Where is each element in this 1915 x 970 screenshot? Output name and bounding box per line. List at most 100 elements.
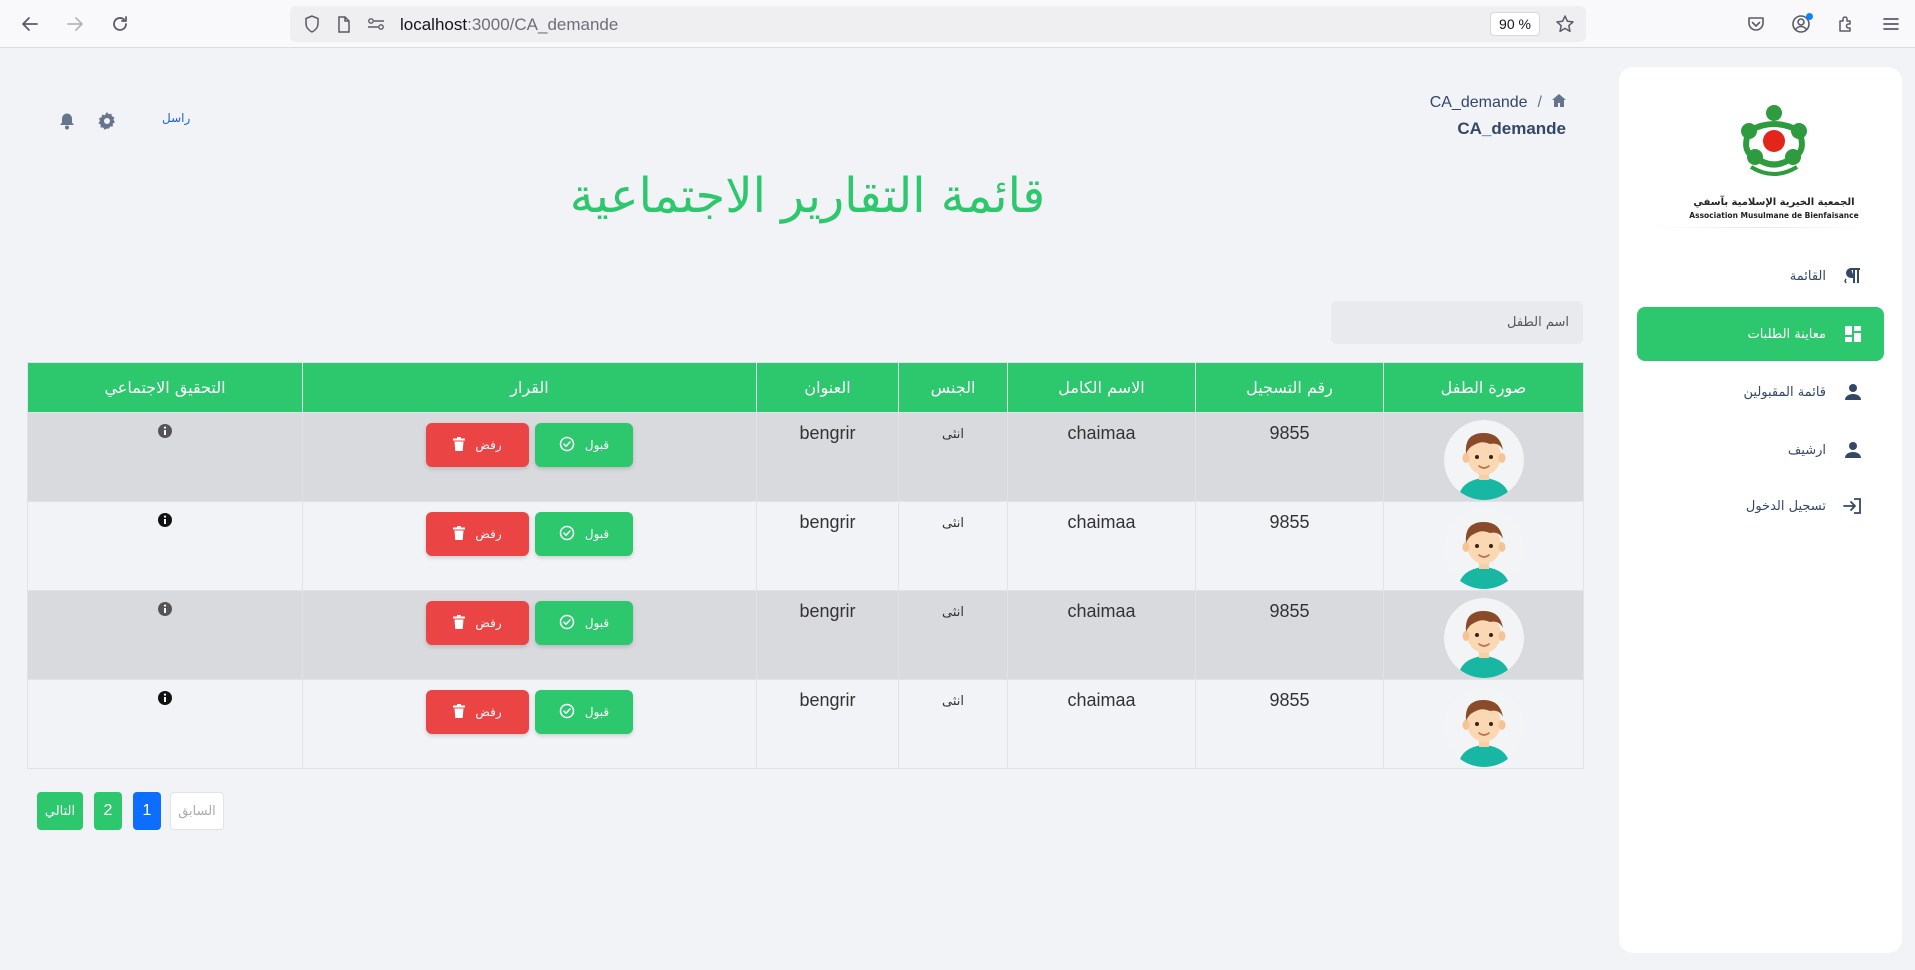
sidebar-item-review-requests[interactable]: معاينة الطلبات [1637, 307, 1884, 361]
sidebar-item-label: قائمة المقبولين [1743, 384, 1827, 400]
header-decision: القرار [302, 362, 757, 413]
sidebar-item-archive[interactable]: ارشيف [1637, 423, 1884, 477]
decision-cell: رفض قبول [302, 590, 757, 680]
full-name-value: chaimaa [1067, 601, 1136, 621]
extensions-icon[interactable] [1832, 10, 1860, 38]
trash-icon [453, 614, 466, 632]
gender-cell: انثى [898, 412, 1008, 502]
login-icon [1842, 495, 1864, 517]
pagination-prev-button[interactable]: السابق [170, 792, 224, 830]
forward-icon[interactable] [61, 10, 89, 38]
accept-button-label: قبول [584, 438, 610, 452]
permissions-icon[interactable] [366, 15, 386, 33]
accept-button-label: قبول [584, 616, 610, 630]
reject-button-label: رفض [475, 616, 502, 630]
browser-toolbar: localhost:3000/CA_demande 90 % [0, 0, 1915, 48]
page-subtitle: CA_demande [1457, 119, 1566, 138]
child-avatar-icon [1443, 420, 1524, 500]
bookmark-star-icon[interactable] [1554, 15, 1576, 33]
info-icon[interactable] [157, 601, 173, 617]
page-title: قائمة التقارير الاجتماعية [569, 168, 1046, 224]
notification-dot [1806, 13, 1813, 20]
child-avatar-icon [1443, 687, 1524, 767]
registration-cell: 9855 [1195, 501, 1384, 591]
gender-value: انثى [942, 605, 964, 620]
gear-icon[interactable] [96, 110, 118, 132]
header-child-photo: صورة الطفل [1383, 362, 1584, 413]
gender-value: انثى [942, 516, 964, 531]
send-message-link[interactable]: راسل [162, 111, 190, 125]
logo-text-arabic: الجمعية الخيرية الإسلامية بآسفي [1693, 197, 1855, 208]
full-name-value: chaimaa [1067, 690, 1136, 710]
registration-value: 9855 [1269, 601, 1310, 621]
info-icon[interactable] [157, 512, 173, 528]
header-full-name: الاسم الكامل [1007, 362, 1196, 413]
shield-icon[interactable] [302, 15, 322, 33]
accept-button[interactable]: قبول [535, 423, 633, 467]
registration-cell: 9855 [1195, 590, 1384, 680]
home-icon[interactable] [1552, 94, 1566, 112]
pagination-next-button[interactable]: التالي [37, 792, 83, 830]
logo-emblem-icon [1741, 105, 1807, 176]
url-text[interactable]: localhost:3000/CA_demande [400, 15, 618, 35]
social-investigation-cell [27, 679, 303, 769]
social-investigation-cell [27, 412, 303, 502]
accept-button[interactable]: قبول [535, 601, 633, 645]
photo-cell [1383, 501, 1584, 591]
address-value: bengrir [799, 423, 856, 443]
address-cell: bengrir [756, 501, 899, 591]
gender-value: انثى [942, 427, 964, 442]
social-investigation-cell [27, 501, 303, 591]
registration-value: 9855 [1269, 690, 1310, 710]
paragraph-icon [1842, 265, 1864, 287]
back-icon[interactable] [16, 10, 44, 38]
page-icon[interactable] [334, 15, 354, 33]
reject-button[interactable]: رفض [426, 423, 529, 467]
reload-icon[interactable] [106, 10, 134, 38]
sidebar-item-login[interactable]: تسجيل الدخول [1637, 479, 1884, 533]
reject-button-label: رفض [475, 438, 502, 452]
decision-cell: رفض قبول [302, 412, 757, 502]
sidebar-item-accepted-list[interactable]: قائمة المقبولين [1637, 365, 1884, 419]
header-registration-number: رقم التسجيل [1195, 362, 1384, 413]
table-row: رفض قبول bengrir انثى chaimaa 9855 [27, 590, 1584, 680]
logo: الجمعية الخيرية الإسلامية بآسفي Associat… [1689, 97, 1859, 220]
pocket-icon[interactable] [1742, 10, 1770, 38]
pagination-page-2[interactable]: 2 [94, 792, 122, 830]
trash-icon [453, 703, 466, 721]
child-avatar-icon [1443, 509, 1524, 589]
accept-button[interactable]: قبول [535, 512, 633, 556]
reject-button[interactable]: رفض [426, 512, 529, 556]
menu-icon[interactable] [1877, 10, 1905, 38]
sidebar-divider [1649, 227, 1869, 228]
user-icon [1842, 439, 1864, 461]
url-path: :3000/CA_demande [467, 15, 619, 34]
decision-cell: رفض قبول [302, 501, 757, 591]
gender-cell: انثى [898, 590, 1008, 680]
dashboard-icon [1842, 323, 1864, 345]
check-circle-icon [559, 436, 575, 455]
account-icon[interactable] [1787, 10, 1815, 38]
trash-icon [453, 436, 466, 454]
reports-table: التحقيق الاجتماعي القرار العنوان الجنس ا… [27, 362, 1584, 769]
reject-button[interactable]: رفض [426, 601, 529, 645]
full-name-cell: chaimaa [1007, 501, 1196, 591]
sidebar: الجمعية الخيرية الإسلامية بآسفي Associat… [1619, 67, 1902, 953]
photo-cell [1383, 679, 1584, 769]
pagination-page-1[interactable]: 1 [133, 792, 161, 830]
table-row: رفض قبول bengrir انثى chaimaa 9855 [27, 501, 1584, 591]
child-name-search-input[interactable] [1331, 301, 1583, 344]
header-address: العنوان [756, 362, 899, 413]
full-name-value: chaimaa [1067, 423, 1136, 443]
info-icon[interactable] [157, 690, 173, 706]
zoom-level[interactable]: 90 % [1490, 12, 1540, 36]
sidebar-item-list[interactable]: القائمة [1637, 249, 1884, 303]
gender-cell: انثى [898, 679, 1008, 769]
reject-button-label: رفض [475, 705, 502, 719]
reject-button[interactable]: رفض [426, 690, 529, 734]
accept-button[interactable]: قبول [535, 690, 633, 734]
sidebar-item-label: تسجيل الدخول [1745, 498, 1826, 514]
info-icon[interactable] [157, 423, 173, 439]
url-bar[interactable]: localhost:3000/CA_demande 90 % [290, 6, 1586, 42]
bell-icon[interactable] [56, 110, 78, 132]
